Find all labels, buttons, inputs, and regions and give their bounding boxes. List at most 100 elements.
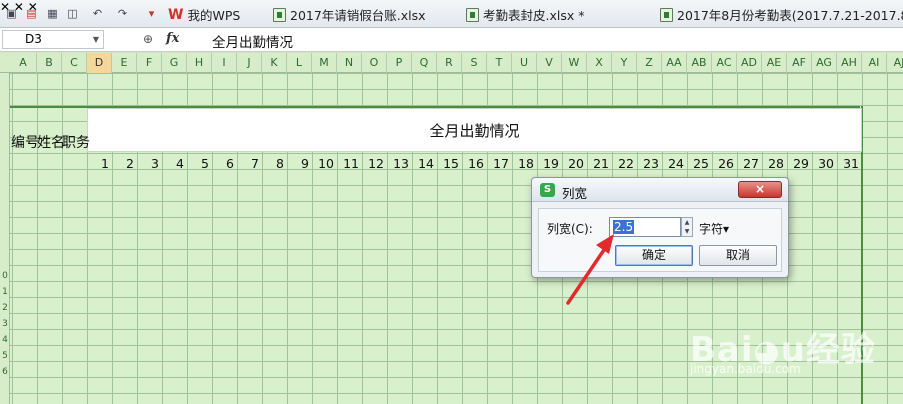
row-number[interactable]: 3 (0, 319, 10, 329)
column-header-z[interactable]: Z (637, 53, 662, 73)
column-header-k[interactable]: K (262, 53, 287, 73)
width-input[interactable]: 2.5 (609, 217, 681, 237)
column-header-b[interactable]: B (37, 53, 62, 73)
column-header-a[interactable]: A (10, 53, 37, 73)
ok-button[interactable]: 确定 (615, 245, 693, 266)
column-header-c[interactable]: C (62, 53, 87, 73)
column-header-u[interactable]: U (512, 53, 537, 73)
row-number[interactable]: 2 (0, 303, 10, 313)
tab-workbook-2[interactable]: 考勤表封皮.xlsx * (466, 2, 626, 27)
day-number[interactable]: 12 (362, 156, 387, 171)
formula-content[interactable]: 全月出勤情况 (212, 31, 293, 51)
column-header-ab[interactable]: AB (687, 53, 712, 73)
day-number[interactable]: 9 (287, 156, 312, 171)
name-box[interactable]: D3 ▼ (2, 30, 104, 49)
column-header-ai[interactable]: AI (862, 53, 887, 73)
column-header-w[interactable]: W (562, 53, 587, 73)
day-number[interactable]: 11 (337, 156, 362, 171)
column-header-ad[interactable]: AD (737, 53, 762, 73)
column-header-h[interactable]: H (187, 53, 212, 73)
print-icon[interactable]: ▦ (45, 6, 60, 21)
width-spinner[interactable]: ▲ ▼ (681, 217, 693, 237)
pdf-icon[interactable]: ▤ (24, 6, 39, 21)
day-number[interactable]: 10 (312, 156, 337, 171)
column-header-n[interactable]: N (337, 53, 362, 73)
day-number[interactable]: 27 (737, 156, 762, 171)
dialog-titlebar[interactable]: S 列宽 × (532, 178, 788, 202)
column-header-x[interactable]: X (587, 53, 612, 73)
close-button[interactable]: × (738, 181, 782, 198)
customize-icon[interactable]: ▾ (144, 6, 159, 21)
zoom-icon[interactable]: ⊕ (143, 32, 153, 46)
fx-button[interactable]: fx (166, 31, 179, 46)
column-header-y[interactable]: Y (612, 53, 637, 73)
redo-icon[interactable]: ↷ (115, 6, 130, 21)
day-number[interactable]: 5 (187, 156, 212, 171)
column-header-s[interactable]: S (462, 53, 487, 73)
tab-workbook-3[interactable]: 2017年8月份考勤表(2017.7.21-2017.8.20 (660, 2, 903, 27)
column-header-ac[interactable]: AC (712, 53, 737, 73)
print-preview-icon[interactable]: ◫ (65, 6, 80, 21)
column-header-q[interactable]: Q (412, 53, 437, 73)
column-header-ae[interactable]: AE (762, 53, 787, 73)
day-number[interactable]: 8 (262, 156, 287, 171)
column-header-r[interactable]: R (437, 53, 462, 73)
column-header-i[interactable]: I (212, 53, 237, 73)
chevron-down-icon[interactable]: ▼ (93, 31, 99, 48)
row-number[interactable]: 6 (0, 367, 10, 377)
day-number[interactable]: 20 (562, 156, 587, 171)
tab-my-wps[interactable]: W 我的WPS (168, 2, 268, 27)
day-number[interactable]: 3 (137, 156, 162, 171)
day-number[interactable]: 6 (212, 156, 237, 171)
day-number[interactable]: 14 (412, 156, 437, 171)
day-number[interactable]: 22 (612, 156, 637, 171)
column-header-g[interactable]: G (162, 53, 187, 73)
day-number[interactable]: 25 (687, 156, 712, 171)
day-number[interactable]: 28 (762, 156, 787, 171)
save-icon[interactable]: ▣ (4, 6, 19, 21)
day-number[interactable]: 29 (787, 156, 812, 171)
column-header-af[interactable]: AF (787, 53, 812, 73)
day-number[interactable]: 31 (837, 156, 862, 171)
column-header-v[interactable]: V (537, 53, 562, 73)
day-number[interactable]: 1 (87, 156, 112, 171)
day-number[interactable]: 18 (512, 156, 537, 171)
column-header-o[interactable]: O (362, 53, 387, 73)
spin-down-icon[interactable]: ▼ (682, 227, 692, 236)
column-header-l[interactable]: L (287, 53, 312, 73)
row-number[interactable]: 5 (0, 351, 10, 361)
column-header-ag[interactable]: AG (812, 53, 837, 73)
row-number[interactable]: 4 (0, 335, 10, 345)
undo-icon[interactable]: ↶ (90, 6, 105, 21)
unit-dropdown[interactable]: 字符▾ (699, 220, 729, 237)
day-number[interactable]: 15 (437, 156, 462, 171)
day-number[interactable]: 16 (462, 156, 487, 171)
day-number[interactable]: 21 (587, 156, 612, 171)
column-header-d[interactable]: D (87, 53, 112, 73)
row-number[interactable]: 0 (0, 271, 10, 281)
day-number[interactable]: 2 (112, 156, 137, 171)
day-number[interactable]: 26 (712, 156, 737, 171)
column-header-m[interactable]: M (312, 53, 337, 73)
day-number[interactable]: 7 (237, 156, 262, 171)
merged-title-cell[interactable]: 全月出勤情况 (87, 108, 862, 152)
day-number[interactable]: 4 (162, 156, 187, 171)
cancel-button[interactable]: 取消 (699, 245, 777, 266)
column-header-aa[interactable]: AA (662, 53, 687, 73)
day-number[interactable]: 24 (662, 156, 687, 171)
tab-workbook-1[interactable]: 2017年请销假台账.xlsx (273, 2, 439, 27)
day-number[interactable]: 17 (487, 156, 512, 171)
column-header-e[interactable]: E (112, 53, 137, 73)
column-header-aj[interactable]: AJ (887, 53, 903, 73)
day-number[interactable]: 19 (537, 156, 562, 171)
column-header-t[interactable]: T (487, 53, 512, 73)
column-header-p[interactable]: P (387, 53, 412, 73)
column-header-ah[interactable]: AH (837, 53, 862, 73)
column-header-j[interactable]: J (237, 53, 262, 73)
column-header-f[interactable]: F (137, 53, 162, 73)
day-number[interactable]: 23 (637, 156, 662, 171)
spin-up-icon[interactable]: ▲ (682, 218, 692, 227)
day-number[interactable]: 13 (387, 156, 412, 171)
day-number[interactable]: 30 (812, 156, 837, 171)
row-number[interactable]: 1 (0, 287, 10, 297)
